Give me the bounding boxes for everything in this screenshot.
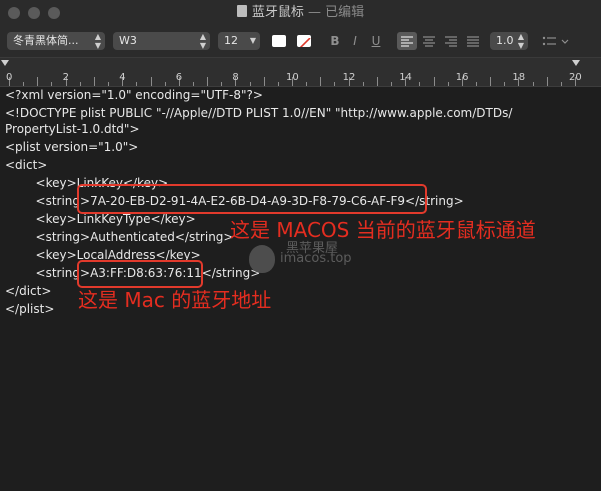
ruler-tick bbox=[433, 77, 435, 86]
document-line: PropertyList-1.0.dtd"> bbox=[5, 122, 140, 136]
ruler-label: 0 bbox=[6, 72, 13, 83]
line-spacing-select[interactable]: 1.0 ▲ ▼ bbox=[490, 32, 528, 50]
window-title: 蓝牙鼠标 — 已编辑 bbox=[0, 0, 601, 26]
font-size-combo[interactable]: 12 ▼ bbox=[218, 32, 260, 50]
align-right-icon bbox=[445, 36, 457, 47]
no-color-slash-icon bbox=[299, 37, 311, 47]
chevron-updown-icon: ▲ ▼ bbox=[94, 32, 101, 50]
ruler-tick bbox=[93, 77, 95, 86]
ruler-tick bbox=[376, 77, 378, 86]
ruler-tick bbox=[560, 82, 562, 86]
document-icon bbox=[236, 5, 247, 17]
right-indent-marker[interactable] bbox=[572, 60, 580, 66]
font-weight-value: W3 bbox=[119, 34, 137, 47]
ruler-tick bbox=[164, 82, 166, 86]
align-center-button[interactable] bbox=[419, 32, 439, 50]
ruler-label: 20 bbox=[569, 72, 582, 83]
ruler-tick bbox=[447, 82, 449, 86]
textedit-window: 蓝牙鼠标 — 已编辑 冬青黑体简... ▲ ▼ W3 ▲ ▼ 12 ▼ B I U bbox=[0, 0, 601, 491]
align-right-button[interactable] bbox=[441, 32, 461, 50]
link-key-highlight-box bbox=[77, 184, 427, 214]
ruler-tick bbox=[334, 82, 336, 86]
ruler-tick bbox=[277, 82, 279, 86]
title-separator: — bbox=[308, 5, 321, 20]
ruler-tick bbox=[306, 82, 308, 86]
align-left-button[interactable] bbox=[397, 32, 417, 50]
ruler-tick bbox=[23, 82, 25, 86]
bold-button[interactable]: B bbox=[328, 32, 342, 50]
ruler-tick bbox=[532, 82, 534, 86]
chevron-down-icon: ▼ bbox=[249, 36, 256, 45]
ruler-tick bbox=[391, 82, 393, 86]
ruler-tick bbox=[221, 82, 223, 86]
italic-button[interactable]: I bbox=[348, 32, 362, 50]
local-address-annotation: 这是 Mac 的蓝牙地址 bbox=[78, 288, 272, 312]
ruler-tick bbox=[362, 82, 364, 86]
ruler-tick bbox=[192, 82, 194, 86]
document-body[interactable]: <?xml version="1.0" encoding="UTF-8"?> <!… bbox=[0, 87, 601, 491]
left-indent-marker[interactable] bbox=[1, 60, 9, 66]
align-justify-button[interactable] bbox=[463, 32, 483, 50]
ruler-tick bbox=[320, 77, 322, 86]
document-line: <dict> bbox=[5, 158, 48, 172]
text-color-swatch[interactable] bbox=[272, 35, 286, 47]
line-spacing-value: 1.0 bbox=[496, 34, 514, 47]
font-family-value: 冬青黑体简... bbox=[13, 34, 79, 47]
format-toolbar: 冬青黑体简... ▲ ▼ W3 ▲ ▼ 12 ▼ B I U 1.0 ▲ ▼ bbox=[0, 26, 601, 58]
ruler-label: 14 bbox=[399, 72, 412, 83]
ruler-tick bbox=[504, 82, 506, 86]
ruler-tick bbox=[108, 82, 110, 86]
align-left-icon bbox=[401, 36, 413, 47]
ruler-tick bbox=[150, 77, 152, 86]
ruler-label: 16 bbox=[455, 72, 469, 83]
list-style-button[interactable] bbox=[540, 32, 572, 50]
link-key-annotation: 这是 MACOS 当前的蓝牙鼠标通道 bbox=[230, 218, 536, 242]
document-line: </dict> bbox=[5, 284, 52, 298]
window-title-text: 蓝牙鼠标 bbox=[251, 5, 304, 20]
ruler-tick bbox=[37, 77, 39, 86]
underline-button[interactable]: U bbox=[369, 32, 383, 50]
align-center-icon bbox=[423, 36, 435, 47]
document-line: <plist version="1.0"> bbox=[5, 140, 139, 154]
document-line: <?xml version="1.0" encoding="UTF-8"?> bbox=[5, 88, 263, 102]
ruler-label: 2 bbox=[62, 72, 69, 83]
ruler-label: 8 bbox=[232, 72, 239, 83]
chevron-updown-icon: ▲ ▼ bbox=[199, 32, 206, 50]
chevron-updown-icon: ▲ ▼ bbox=[517, 32, 524, 50]
ruler-label: 4 bbox=[119, 72, 126, 83]
ruler-label: 6 bbox=[175, 72, 183, 83]
ruler-tick bbox=[136, 82, 138, 86]
bulleted-list-icon bbox=[542, 36, 569, 46]
ruler-tick bbox=[546, 77, 548, 86]
title-bar: 蓝牙鼠标 — 已编辑 bbox=[0, 0, 601, 26]
watermark-logo-icon bbox=[249, 245, 275, 273]
ruler-tick bbox=[475, 82, 477, 86]
ruler-label: 12 bbox=[342, 72, 356, 83]
align-justify-icon bbox=[467, 36, 479, 47]
ruler[interactable]: 0 2 4 6 8 10 12 14 16 18 20 bbox=[0, 58, 601, 87]
font-weight-select[interactable]: W3 ▲ ▼ bbox=[113, 32, 210, 50]
watermark-url: imacos.top bbox=[280, 251, 352, 266]
ruler-label: 10 bbox=[286, 72, 299, 83]
font-family-select[interactable]: 冬青黑体简... ▲ ▼ bbox=[7, 32, 105, 50]
ruler-tick bbox=[249, 82, 251, 86]
font-size-value: 12 bbox=[224, 34, 238, 47]
edited-status: 已编辑 bbox=[325, 5, 365, 20]
document-line: </plist> bbox=[5, 302, 55, 316]
ruler-tick bbox=[207, 77, 209, 86]
ruler-tick bbox=[51, 82, 53, 86]
local-address-highlight-box bbox=[77, 260, 203, 288]
ruler-tick bbox=[419, 82, 421, 86]
ruler-tick bbox=[263, 77, 265, 86]
document-line: <string>Authenticated</string> bbox=[5, 230, 234, 244]
highlight-color-swatch[interactable] bbox=[297, 35, 311, 47]
ruler-label: 18 bbox=[512, 72, 526, 83]
ruler-tick bbox=[79, 82, 81, 86]
document-line: <!DOCTYPE plist PUBLIC "-//Apple//DTD PL… bbox=[5, 106, 513, 120]
ruler-tick bbox=[490, 77, 492, 86]
